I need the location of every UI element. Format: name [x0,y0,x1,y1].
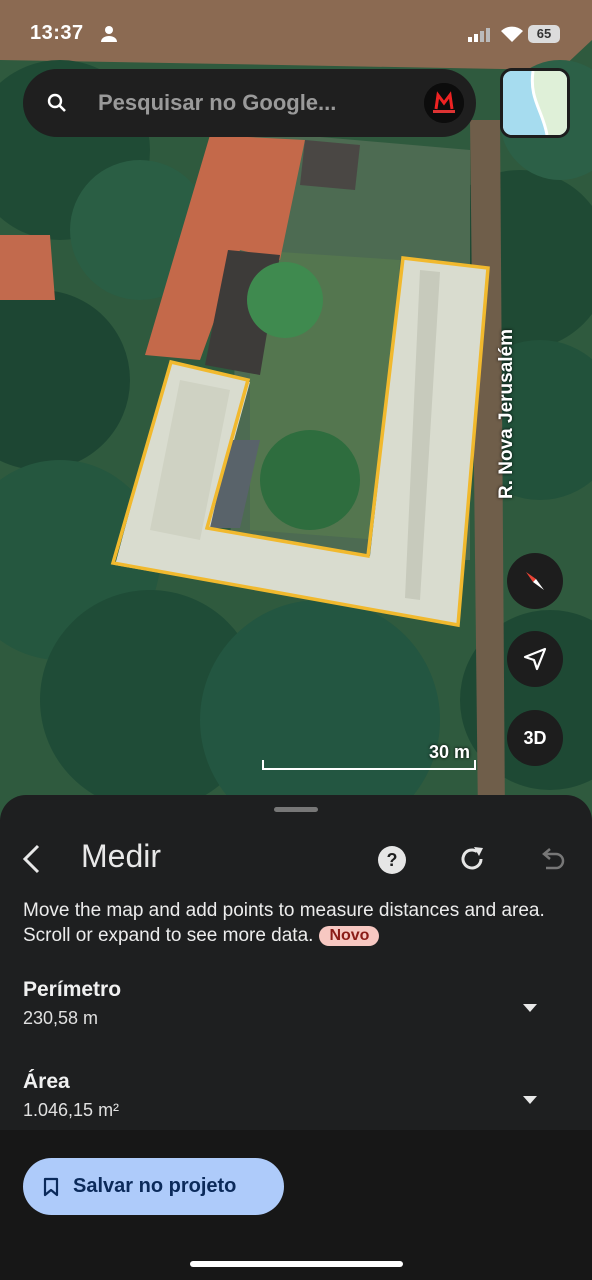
caret-down-icon[interactable] [522,1092,538,1110]
reset-icon[interactable] [457,844,487,879]
undo-icon[interactable] [538,846,566,877]
avatar[interactable] [424,83,464,123]
new-badge: Novo [319,926,380,946]
drag-handle[interactable] [274,807,318,812]
perimeter-value: 230,58 m [23,1008,99,1028]
area-value: 1.046,15 m² [23,1100,120,1120]
home-indicator [190,1261,403,1267]
panel-title: Medir [81,838,162,874]
wifi-icon [500,25,524,48]
bookmark-icon [43,1177,59,1196]
search-bar[interactable]: Pesquisar no Google... [23,69,476,137]
perimeter-row[interactable]: Perímetro 230,58 m [23,978,568,1029]
search-icon [47,93,67,118]
status-bar: 13:37 65 [0,0,592,64]
status-time: 13:37 [30,22,84,44]
caret-down-icon[interactable] [522,1000,538,1018]
save-button-label: Salvar no projeto [73,1175,237,1197]
area-label: Área [23,1070,70,1093]
svg-text:?: ? [387,850,398,870]
compass-icon [526,572,544,590]
my-location-button[interactable] [507,631,563,687]
perimeter-label: Perímetro [23,978,122,1001]
save-to-project-button[interactable]: Salvar no projeto [23,1158,284,1215]
navigation-icon [523,647,547,671]
road-label: R. Nova Jerusalém [496,328,517,500]
help-icon[interactable]: ? [377,845,407,880]
back-icon[interactable] [20,843,44,880]
area-row[interactable]: Área 1.046,15 m² [23,1070,568,1121]
description-text: Move the map and add points to measure d… [23,900,545,946]
panel-description: Move the map and add points to measure d… [23,898,578,948]
map-layers-button[interactable] [500,68,570,138]
battery-indicator: 65 [528,25,560,43]
3d-toggle-button[interactable]: 3D [507,710,563,766]
signal-icon [468,28,490,47]
footer-bar: Salvar no projeto [0,1130,592,1280]
person-icon [100,25,118,48]
search-input[interactable]: Pesquisar no Google... [98,90,336,116]
satellite-map[interactable]: 13:37 65 Pesquisar no Google... R. Nova … [0,0,592,820]
compass-button[interactable] [507,553,563,609]
scale-bar [262,760,476,770]
layers-icon [503,71,567,135]
